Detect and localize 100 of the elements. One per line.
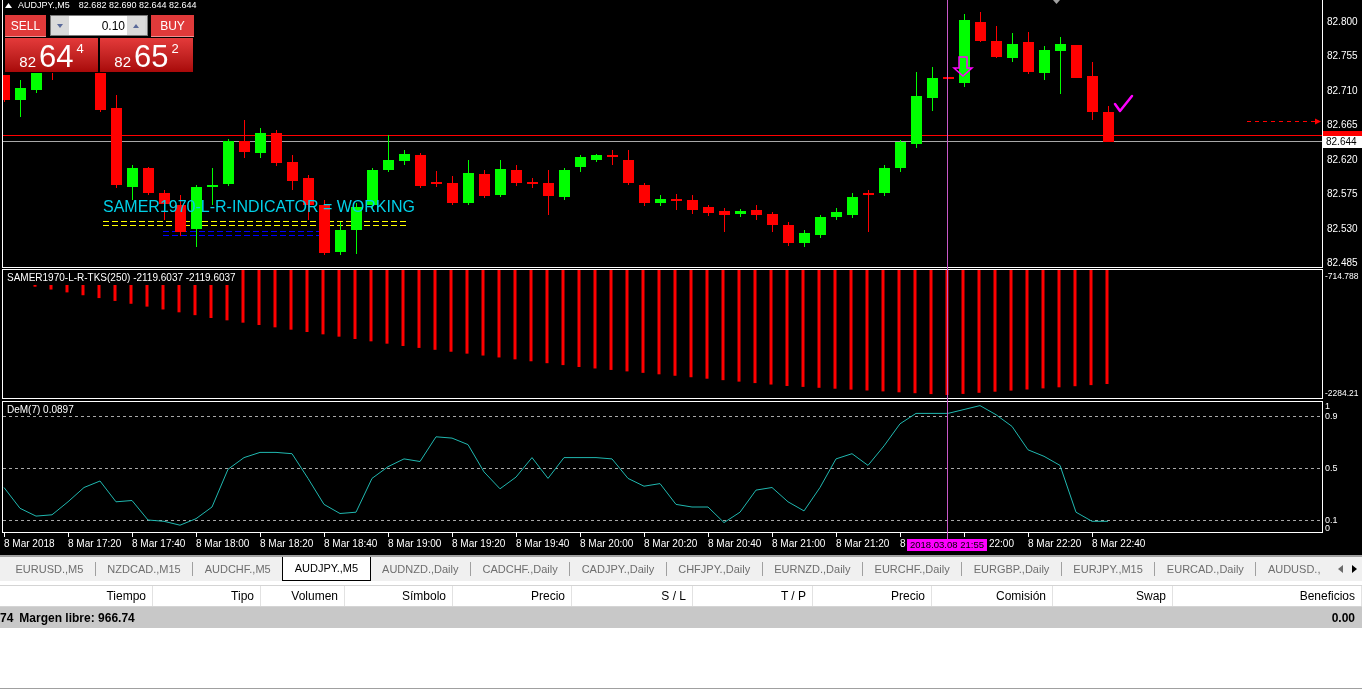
candle — [927, 66, 938, 112]
profit-total: 0.00 — [1331, 609, 1355, 627]
time-axis-label: 8 — [900, 538, 906, 550]
buy-button[interactable]: BUY — [151, 15, 194, 37]
candle — [847, 192, 858, 219]
axis-label: 0.9 — [1325, 411, 1338, 421]
time-axis-label: 8 Mar 21:20 — [836, 538, 890, 550]
histogram-bar — [225, 285, 229, 321]
free-margin-text: Margen libre: 966.74 — [19, 609, 135, 627]
axis-label: -2284.21 — [1325, 388, 1359, 398]
column-header[interactable]: Swap — [1053, 586, 1173, 606]
histogram-bar — [49, 285, 53, 290]
indicator-label: DeM(7) 0.0897 — [7, 405, 74, 415]
candle — [767, 211, 778, 233]
candle — [671, 193, 682, 211]
time-axis-label: 8 Mar 19:20 — [452, 538, 506, 550]
candle — [383, 134, 394, 173]
tab[interactable]: AUDNZD.,Daily — [370, 557, 470, 581]
histogram-bar — [289, 270, 293, 330]
tab[interactable]: EURNZD.,Daily — [762, 557, 863, 581]
column-header[interactable]: Comisión — [932, 586, 1053, 606]
left-triangle-icon[interactable] — [1337, 565, 1343, 573]
histogram-bar — [337, 270, 341, 337]
candle — [783, 221, 794, 247]
tab[interactable]: NZDCAD.,M15 — [95, 557, 193, 581]
lot-up-button[interactable] — [127, 16, 145, 35]
candle — [815, 214, 826, 239]
candle — [95, 72, 106, 113]
candle — [879, 164, 890, 197]
column-header[interactable]: Símbolo — [345, 586, 453, 606]
time-axis-label: 22:00 — [988, 538, 1014, 550]
time-axis-label: 8 Mar 20:40 — [708, 538, 762, 550]
tab[interactable]: EURCAD.,Daily — [1155, 557, 1256, 581]
time-axis-label: 8 Mar 17:20 — [68, 538, 122, 550]
axis-label: -714.788 — [1325, 271, 1359, 281]
lot-input[interactable]: 0.10 — [69, 16, 127, 35]
tab[interactable]: CHFJPY.,Daily — [666, 557, 762, 581]
candle — [239, 119, 250, 159]
tab[interactable]: AUDUSD., — [1256, 557, 1332, 581]
candle — [719, 207, 730, 233]
candle — [1055, 36, 1066, 95]
column-header[interactable]: S / L — [572, 586, 693, 606]
candle — [463, 159, 474, 206]
down-arrow-icon — [952, 56, 974, 77]
tab[interactable]: CADCHF.,Daily — [471, 557, 570, 581]
column-header[interactable]: Volumen — [261, 586, 345, 606]
column-header[interactable]: T / P — [693, 586, 813, 606]
indicator-label: SAMER1970-L-R-TKS(250) -2119.6037 -2119.6037 — [7, 273, 236, 283]
time-axis-label: 8 Mar 20:20 — [644, 538, 698, 550]
lot-down-button[interactable] — [51, 16, 69, 35]
price-axis-label: 82.755 — [1327, 50, 1358, 63]
up-triangle-icon[interactable] — [5, 3, 12, 8]
ask-price-tag — [1323, 131, 1362, 136]
tab[interactable]: CADJPY.,Daily — [570, 557, 666, 581]
candle — [3, 74, 10, 103]
candle — [399, 149, 410, 166]
price-axis-label: 82.530 — [1327, 222, 1358, 235]
histogram-bar — [209, 285, 213, 318]
candle — [559, 167, 570, 201]
tab[interactable]: EURUSD.,M5 — [4, 557, 95, 581]
histogram-bar — [145, 285, 149, 307]
candle — [511, 164, 522, 187]
candle — [1087, 61, 1098, 121]
candle — [527, 177, 538, 189]
axis-label: 0.1 — [1325, 515, 1338, 525]
price-axis-label: 82.485 — [1327, 257, 1358, 269]
column-header[interactable]: Precio — [813, 586, 932, 606]
candle — [31, 72, 42, 94]
time-axis-label: 8 Mar 21:00 — [772, 538, 826, 550]
candle — [479, 169, 490, 199]
column-header[interactable]: Tipo — [153, 586, 261, 606]
histogram-bar — [305, 270, 309, 332]
tab[interactable]: AUDCHF.,M5 — [193, 557, 283, 581]
histogram-bar — [177, 285, 181, 313]
candle — [703, 204, 714, 217]
column-header[interactable]: Precio — [453, 586, 572, 606]
tab[interactable]: EURCHF.,Daily — [863, 557, 962, 581]
column-header[interactable]: Beneficios — [1173, 586, 1362, 606]
time-axis-label: 8 Mar 18:40 — [324, 538, 378, 550]
up-triangle-icon — [133, 23, 139, 28]
chart-quotes: 82.682 82.690 82.644 82.644 — [78, 0, 197, 11]
histogram-bar — [193, 285, 197, 316]
price-axis-label: 82.575 — [1327, 188, 1358, 201]
time-axis-label: 8 Mar 2018 — [4, 538, 55, 550]
candle — [975, 11, 986, 43]
tab[interactable]: AUDJPY.,M5 — [282, 557, 371, 581]
candle — [895, 139, 906, 173]
price-axis-label: 82.620 — [1327, 153, 1358, 166]
candle — [335, 221, 346, 256]
down-triangle-icon — [57, 23, 63, 28]
histogram-bar — [113, 285, 117, 301]
candle — [495, 159, 506, 198]
sell-button[interactable]: SELL — [5, 15, 46, 37]
right-triangle-icon[interactable] — [1351, 565, 1357, 573]
tab[interactable]: EURJPY.,M15 — [1061, 557, 1155, 581]
candle — [863, 189, 874, 233]
histogram-bar — [81, 285, 85, 296]
tab[interactable]: EURGBP.,Daily — [962, 557, 1061, 581]
column-header[interactable]: Tiempo — [0, 586, 153, 606]
candle — [431, 170, 442, 188]
